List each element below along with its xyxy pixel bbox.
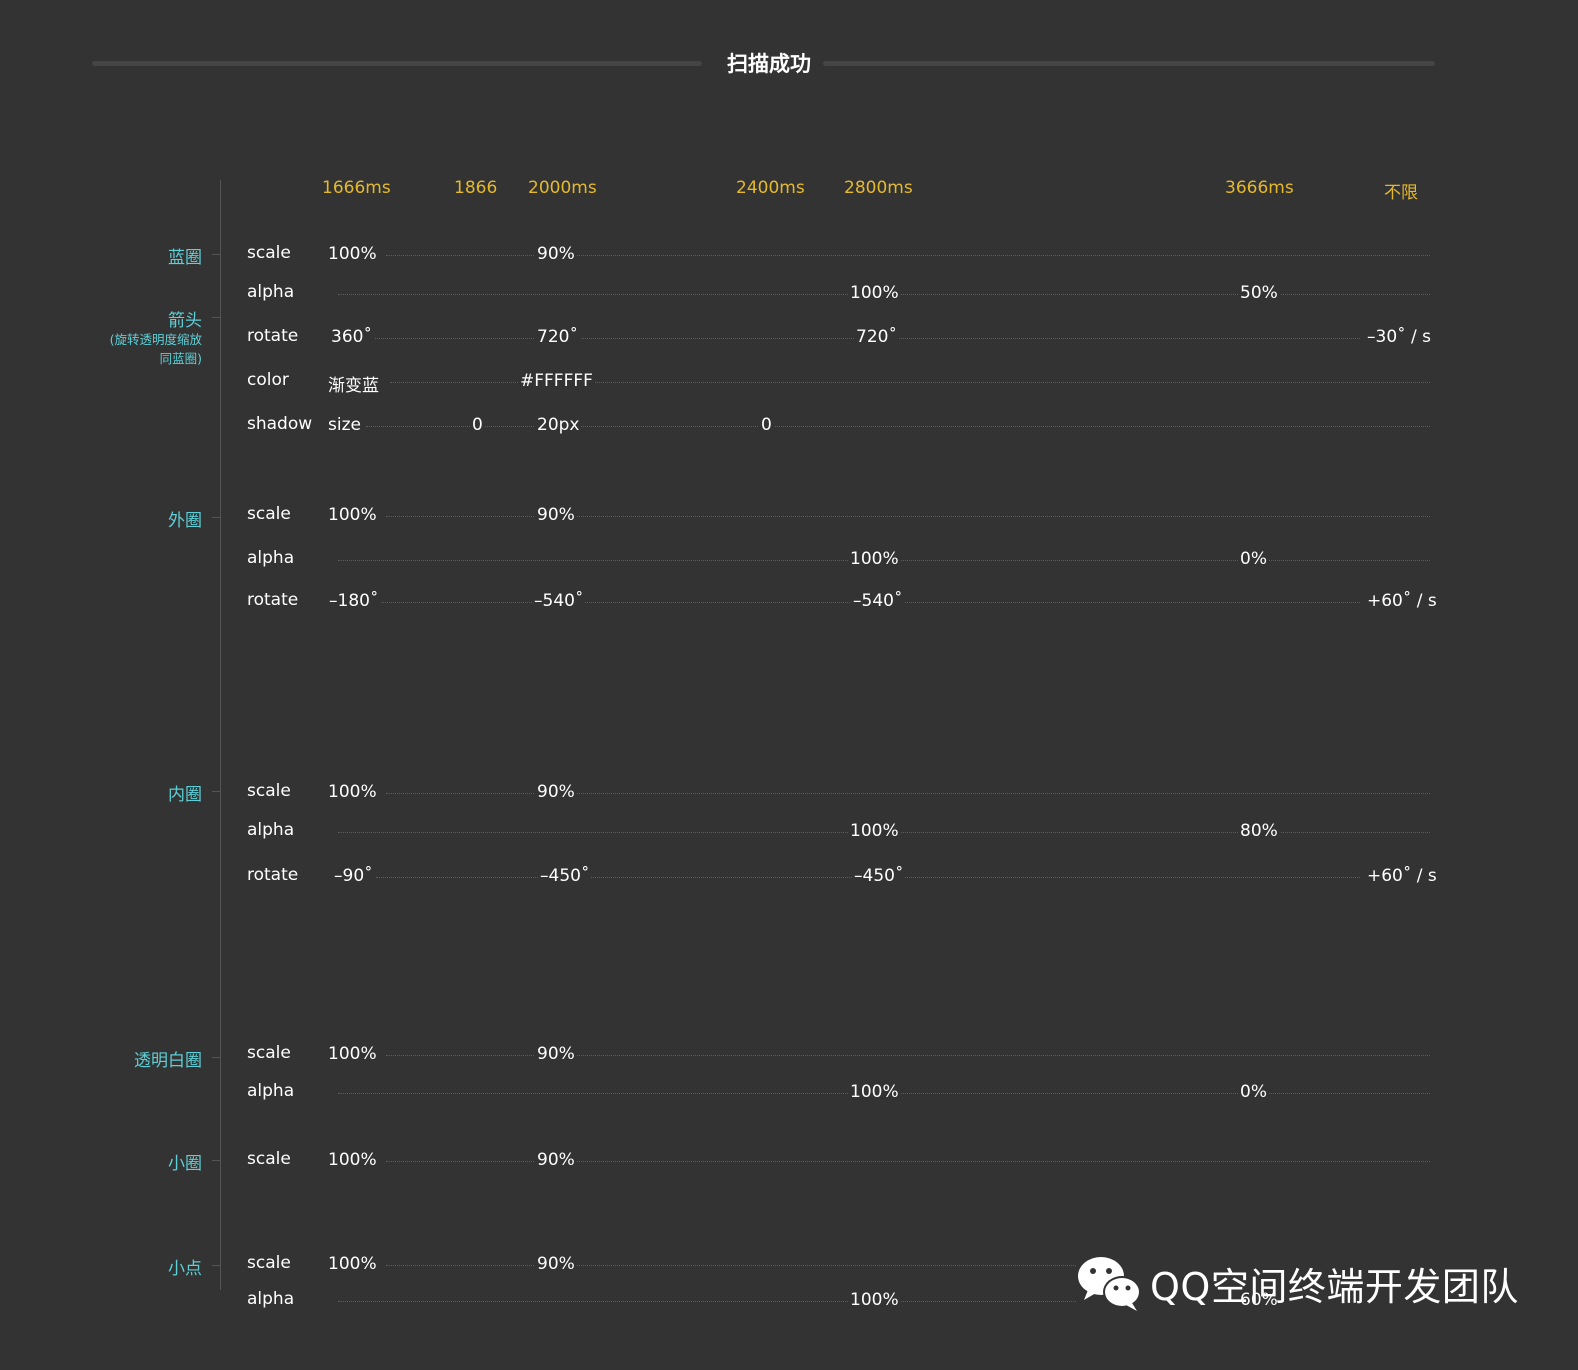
- property-label: alpha: [247, 548, 295, 568]
- keyframe-subproperty: size: [326, 415, 363, 435]
- keyframe-value: 100%: [326, 1044, 379, 1064]
- keyframe-value: 90%: [535, 505, 577, 525]
- property-label: shadow: [247, 414, 313, 434]
- group-label-inner-ring: 内圈: [168, 785, 202, 805]
- property-label: scale: [247, 504, 291, 524]
- group-label-blue-ring: 蓝圈: [168, 248, 202, 268]
- group-label-outer-ring: 外圈: [168, 511, 202, 531]
- property-label: rotate: [247, 326, 299, 346]
- keyframe-value: –450˚: [852, 866, 906, 886]
- group-label-small-ring: 小圈: [168, 1154, 202, 1174]
- keyframe-value: 720˚: [854, 327, 899, 347]
- keyframe-value: –450˚: [538, 866, 592, 886]
- property-label: rotate: [247, 590, 299, 610]
- keyframe-value: 100%: [326, 1150, 379, 1170]
- group-tick: [212, 317, 220, 318]
- keyframe-value: 90%: [535, 244, 577, 264]
- group-label-white-ring: 透明白圈: [134, 1051, 202, 1071]
- vertical-axis: [220, 180, 221, 1290]
- group-label-small-dot: 小点: [168, 1259, 202, 1279]
- property-label: alpha: [247, 820, 295, 840]
- property-label: alpha: [247, 1081, 295, 1101]
- group-tick: [212, 1057, 220, 1058]
- keyframe-value: 80%: [1238, 821, 1280, 841]
- keyframe-value: 90%: [535, 1254, 577, 1274]
- keyframe-value: 100%: [326, 244, 379, 264]
- time-label: 不限: [1384, 183, 1418, 203]
- property-label: alpha: [247, 1289, 295, 1309]
- property-label: scale: [247, 1253, 291, 1273]
- keyframe-value: +60˚ / s: [1365, 591, 1439, 611]
- group-tick: [212, 1265, 220, 1266]
- watermark-text: QQ空间终端开发团队: [1150, 1264, 1519, 1309]
- group-tick: [212, 1160, 220, 1161]
- property-label: scale: [247, 1043, 291, 1063]
- keyframe-value: +60˚ / s: [1365, 866, 1439, 886]
- keyframe-value: 100%: [326, 1254, 379, 1274]
- keyframe-value: 20px: [535, 415, 582, 435]
- keyframe-value: 50%: [1238, 283, 1280, 303]
- keyframe-value: 360˚: [329, 327, 374, 347]
- group-sublabel-arrow: 同蓝圈): [159, 351, 202, 366]
- keyframe-value: –540˚: [532, 591, 586, 611]
- property-label: scale: [247, 243, 291, 263]
- time-label: 1666ms: [322, 178, 391, 198]
- keyframe-value: 90%: [535, 1150, 577, 1170]
- keyframe-value: 0: [759, 415, 774, 435]
- keyframe-value: –540˚: [851, 591, 905, 611]
- keyframe-value: #FFFFFF: [518, 371, 595, 391]
- keyframe-value: 90%: [535, 782, 577, 802]
- page-title: 扫描成功: [727, 52, 811, 76]
- group-sublabel-arrow: (旋转透明度缩放: [109, 332, 202, 347]
- keyframe-value: 100%: [326, 782, 379, 802]
- time-label: 3666ms: [1225, 178, 1294, 198]
- property-label: rotate: [247, 865, 299, 885]
- guide-line: [366, 426, 1430, 427]
- time-label: 1866: [454, 178, 498, 198]
- keyframe-value: 100%: [848, 1082, 901, 1102]
- keyframe-value: 100%: [848, 1290, 901, 1310]
- keyframe-value: 720˚: [535, 327, 580, 347]
- time-label: 2800ms: [844, 178, 913, 198]
- time-label: 2000ms: [528, 178, 597, 198]
- property-label: scale: [247, 781, 291, 801]
- guide-line: [338, 1301, 1076, 1302]
- guide-line: [386, 1265, 1076, 1266]
- keyframe-value: –30˚ / s: [1365, 327, 1434, 347]
- group-tick: [212, 791, 220, 792]
- group-tick: [212, 517, 220, 518]
- keyframe-value: 90%: [535, 1044, 577, 1064]
- group-tick: [212, 254, 220, 255]
- keyframe-value: 0%: [1238, 549, 1269, 569]
- property-label: color: [247, 370, 289, 390]
- keyframe-value: 0: [470, 415, 485, 435]
- time-label: 2400ms: [736, 178, 805, 198]
- keyframe-value: 100%: [326, 505, 379, 525]
- wechat-icon: [1078, 1257, 1141, 1311]
- keyframe-value: 100%: [848, 283, 901, 303]
- keyframe-value: –90˚: [332, 866, 375, 886]
- watermark: QQ空间终端开发团队: [1076, 1254, 1519, 1312]
- group-label-arrow: 箭头: [168, 311, 202, 331]
- keyframe-value: –180˚: [327, 591, 381, 611]
- property-label: scale: [247, 1149, 291, 1169]
- keyframe-value: 0%: [1238, 1082, 1269, 1102]
- keyframe-value: 100%: [848, 549, 901, 569]
- keyframe-value: 100%: [848, 821, 901, 841]
- property-label: alpha: [247, 282, 295, 302]
- keyframe-value: 渐变蓝: [326, 371, 381, 396]
